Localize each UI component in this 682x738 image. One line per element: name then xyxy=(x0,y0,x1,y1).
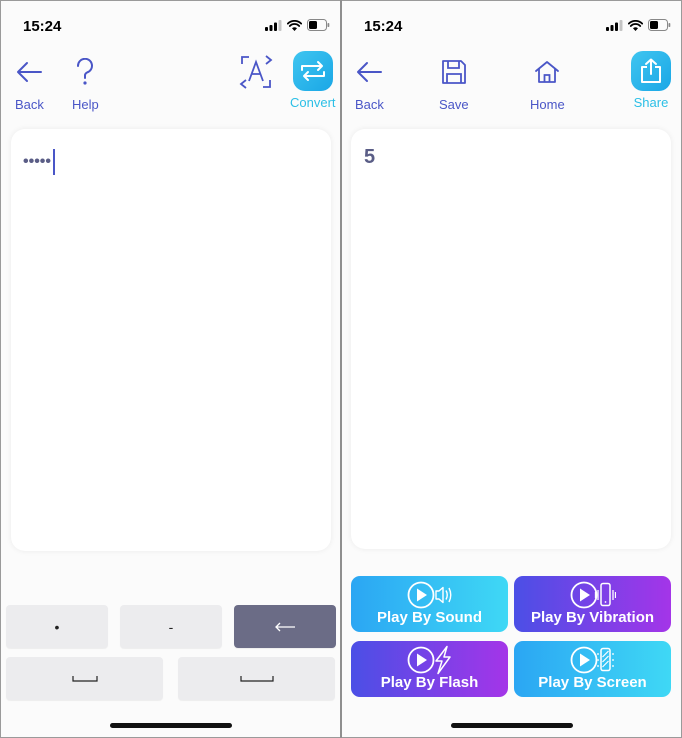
convert-bubble xyxy=(292,51,333,91)
dash-key[interactable]: - xyxy=(120,605,222,648)
battery-icon xyxy=(648,19,671,31)
play-by-sound-button[interactable]: Play By Sound xyxy=(351,576,508,632)
convert-label: Convert xyxy=(290,95,336,110)
share-bubble xyxy=(631,51,671,91)
back-button[interactable]: Back xyxy=(355,53,384,112)
morse-input-area[interactable]: ••••• xyxy=(11,129,331,551)
play-by-flash-label: Play By Flash xyxy=(380,674,479,691)
play-by-vibration-label: Play By Vibration xyxy=(530,609,655,626)
help-button[interactable]: Help xyxy=(72,53,99,112)
play-vibration-icon xyxy=(570,581,616,609)
play-by-screen-button[interactable]: Play By Screen xyxy=(514,641,671,697)
backspace-key[interactable] xyxy=(234,605,336,648)
space-bracket-icon xyxy=(71,675,98,682)
status-icons xyxy=(265,18,330,32)
dash-key-label: - xyxy=(168,618,174,635)
play-by-screen-label: Play By Screen xyxy=(538,674,647,691)
dot-key-label: • xyxy=(54,618,60,635)
text-translate-icon xyxy=(239,55,273,89)
status-icons xyxy=(606,18,671,32)
home-indicator[interactable] xyxy=(109,723,232,728)
home-button[interactable]: Home xyxy=(530,53,565,112)
morse-input-value: ••••• xyxy=(23,153,52,170)
convert-button[interactable]: Convert xyxy=(290,51,336,110)
play-by-flash-button[interactable]: Play By Flash xyxy=(351,641,508,697)
wifi-icon xyxy=(628,19,643,31)
letter-space-key[interactable] xyxy=(6,657,163,700)
translation-result-screen: 15:24 Back Save Home Share 5 Play By Sou… xyxy=(342,1,681,737)
back-label: Back xyxy=(15,97,44,112)
status-time: 15:24 xyxy=(23,18,62,35)
play-sound-icon xyxy=(407,581,451,609)
share-label: Share xyxy=(633,95,669,110)
share-button[interactable]: Share xyxy=(631,51,671,110)
repeat-arrows-icon xyxy=(300,61,325,81)
save-button[interactable]: Save xyxy=(439,53,469,112)
morse-input-field[interactable]: ••••• xyxy=(23,149,56,175)
status-time: 15:24 xyxy=(364,18,403,35)
play-by-sound-label: Play By Sound xyxy=(376,609,483,626)
save-label: Save xyxy=(439,97,469,112)
play-by-vibration-button[interactable]: Play By Vibration xyxy=(514,576,671,632)
home-indicator[interactable] xyxy=(450,723,573,728)
arrow-left-icon xyxy=(357,62,383,82)
translation-result-text: 5 xyxy=(364,146,376,168)
play-screen-icon xyxy=(570,646,614,674)
dot-key[interactable]: • xyxy=(6,605,108,648)
home-label: Home xyxy=(530,97,565,112)
question-mark-icon xyxy=(77,58,94,85)
text-caret xyxy=(53,149,56,175)
cellular-signal-icon xyxy=(606,19,623,31)
battery-icon xyxy=(307,19,330,31)
back-label: Back xyxy=(355,97,384,112)
word-space-key[interactable] xyxy=(178,657,335,700)
help-label: Help xyxy=(72,97,99,112)
text-mode-button[interactable] xyxy=(238,53,274,91)
back-button[interactable]: Back xyxy=(15,53,44,112)
backspace-arrow-icon xyxy=(275,622,295,631)
home-icon xyxy=(535,61,560,83)
translation-result-area: 5 xyxy=(351,129,671,549)
morse-input-screen: 15:24 Back Help Convert ••••• • - xyxy=(1,1,340,737)
arrow-left-icon xyxy=(17,62,43,82)
cellular-signal-icon xyxy=(265,19,282,31)
share-icon xyxy=(641,58,661,83)
save-floppy-icon xyxy=(441,60,466,84)
play-flash-icon xyxy=(407,645,451,675)
wide-space-bracket-icon xyxy=(239,675,274,682)
wifi-icon xyxy=(287,19,302,31)
